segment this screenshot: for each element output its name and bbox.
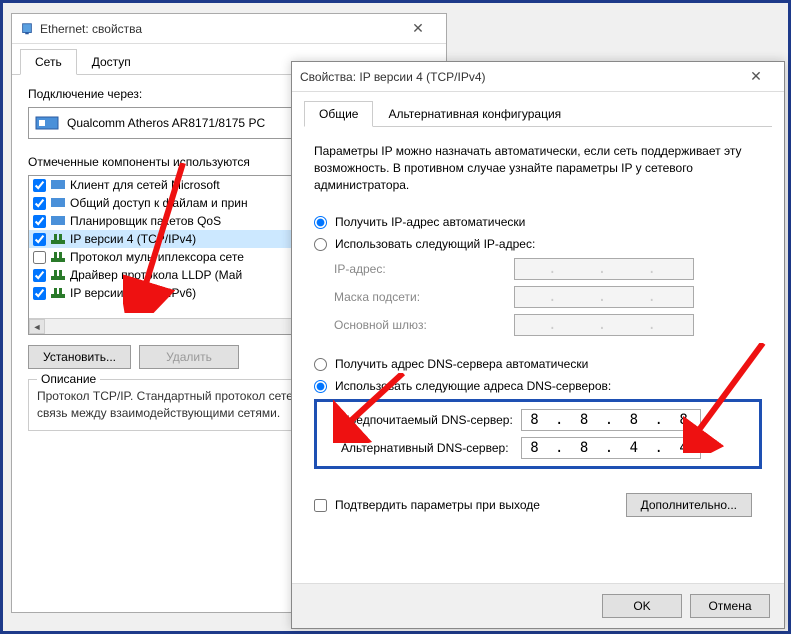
ip-manual-radio[interactable] (314, 238, 327, 251)
tab-alternate[interactable]: Альтернативная конфигурация (373, 101, 576, 127)
qos-icon (50, 214, 66, 228)
dns-auto-radio[interactable] (314, 358, 327, 371)
ip-address-label: IP-адрес: (334, 262, 514, 276)
ip-manual-label: Использовать следующий IP-адрес: (335, 237, 535, 251)
info-text: Параметры IP можно назначать автоматичес… (304, 137, 772, 207)
dns-preferred-input[interactable]: 8 . 8 . 8 . 8 (521, 409, 701, 431)
tab-access[interactable]: Доступ (77, 49, 146, 75)
protocol-icon (50, 268, 66, 282)
ip-radio-group: Получить IP-адрес автоматически Использо… (304, 207, 772, 349)
close-button[interactable]: ✕ (398, 20, 438, 37)
adapter-name: Qualcomm Atheros AR8171/8175 PC (67, 116, 265, 130)
dns-auto-label: Получить адрес DNS-сервера автоматически (335, 357, 588, 371)
ipv4-properties-window: Свойства: IP версии 4 (TCP/IPv4) ✕ Общие… (291, 61, 785, 629)
protocol-icon (50, 250, 66, 264)
ip-auto-radio[interactable] (314, 216, 327, 229)
dns-manual-label: Использовать следующие адреса DNS-сервер… (335, 379, 611, 393)
description-title: Описание (37, 372, 100, 386)
dns-highlight-box: Предпочитаемый DNS-сервер:8 . 8 . 8 . 8 … (314, 399, 762, 469)
titlebar[interactable]: Ethernet: свойства ✕ (12, 14, 446, 44)
tab-bar: Общие Альтернативная конфигурация (304, 100, 772, 127)
confirm-on-exit-label: Подтвердить параметры при выходе (335, 498, 540, 512)
gateway-input: . . . (514, 314, 694, 336)
titlebar[interactable]: Свойства: IP версии 4 (TCP/IPv4) ✕ (292, 62, 784, 92)
client-icon (50, 178, 66, 192)
checkbox[interactable] (33, 251, 46, 264)
dns-manual-radio[interactable] (314, 380, 327, 393)
dns-preferred-label: Предпочитаемый DNS-сервер: (341, 413, 521, 427)
ok-button[interactable]: OK (602, 594, 682, 618)
dialog-footer: OK Отмена (292, 583, 784, 628)
remove-button[interactable]: Удалить (139, 345, 239, 369)
install-button[interactable]: Установить... (28, 345, 131, 369)
checkbox[interactable] (33, 233, 46, 246)
window-title: Ethernet: свойства (40, 22, 398, 36)
checkbox[interactable] (33, 179, 46, 192)
adapter-icon (35, 114, 59, 132)
gateway-label: Основной шлюз: (334, 318, 514, 332)
checkbox[interactable] (33, 269, 46, 282)
close-button[interactable]: ✕ (736, 68, 776, 85)
ip-auto-label: Получить IP-адрес автоматически (335, 215, 525, 229)
protocol-icon (50, 286, 66, 300)
ip-address-input: . . . (514, 258, 694, 280)
ethernet-icon (20, 22, 34, 36)
subnet-mask-label: Маска подсети: (334, 290, 514, 304)
advanced-button[interactable]: Дополнительно... (626, 493, 752, 517)
protocol-icon (50, 232, 66, 246)
checkbox[interactable] (33, 197, 46, 210)
cancel-button[interactable]: Отмена (690, 594, 770, 618)
tab-network[interactable]: Сеть (20, 49, 77, 75)
confirm-on-exit-checkbox[interactable] (314, 499, 327, 512)
checkbox[interactable] (33, 287, 46, 300)
dns-alternate-input[interactable]: 8 . 8 . 4 . 4 (521, 437, 701, 459)
subnet-mask-input: . . . (514, 286, 694, 308)
window-title: Свойства: IP версии 4 (TCP/IPv4) (300, 70, 736, 84)
checkbox[interactable] (33, 215, 46, 228)
share-icon (50, 196, 66, 210)
dns-alternate-label: Альтернативный DNS-сервер: (341, 441, 521, 455)
dns-radio-group: Получить адрес DNS-сервера автоматически… (304, 349, 772, 481)
scroll-left-button[interactable]: ◄ (29, 319, 45, 334)
tab-general[interactable]: Общие (304, 101, 373, 127)
